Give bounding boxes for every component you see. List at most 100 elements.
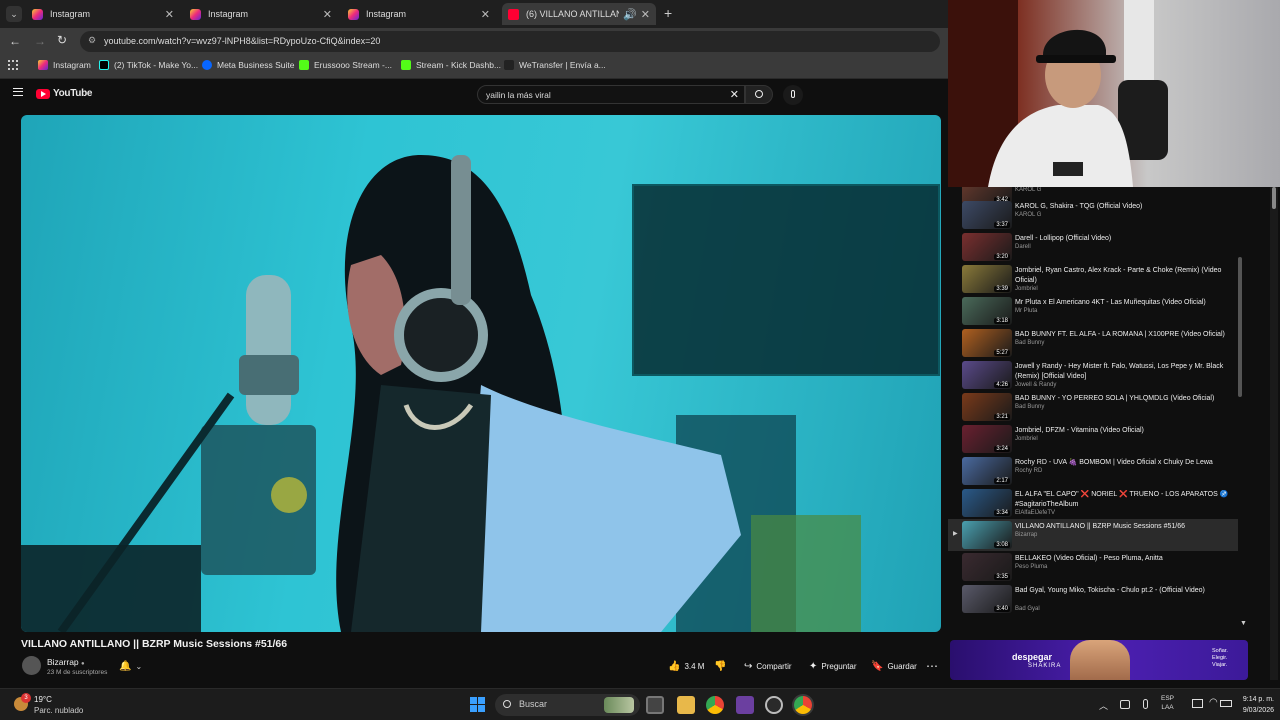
bookmark-instagram[interactable]: Instagram <box>38 60 91 70</box>
tab-instagram-1[interactable]: Instagram ✕ <box>26 3 180 25</box>
dislike-button[interactable]: 👎 <box>714 657 726 675</box>
site-info-icon[interactable]: ⚙ <box>88 35 96 46</box>
save-button[interactable]: 🔖 Guardar <box>871 657 917 675</box>
bookmark-kick-1[interactable]: Erussooo Stream -... <box>299 60 392 70</box>
more-actions-button[interactable]: ⋯ <box>926 657 938 675</box>
playlist-item-title: Mr Pluta x El Americano 4KT - Las Muñequ… <box>1015 299 1206 306</box>
obs-icon[interactable] <box>765 696 783 714</box>
playlist-thumbnail[interactable]: 3:08 <box>962 521 1012 549</box>
forward-arrow-icon[interactable]: → <box>34 34 46 48</box>
chevron-down-icon: ⌄ <box>135 661 143 671</box>
playlist-item-channel: KAROL G <box>1015 212 1042 218</box>
playlist-thumbnail[interactable]: 3:35 <box>962 553 1012 581</box>
speaker-icon[interactable]: 🔊 <box>623 8 637 21</box>
playlist-item[interactable]: 3:34 EL ALFA "EL CAPO" ❌ NORIEL ❌ TRUENO … <box>948 487 1238 519</box>
playlist-item-channel: Bad Bunny <box>1015 340 1045 346</box>
playlist-thumbnail[interactable]: 3:34 <box>962 489 1012 517</box>
network-tray-icon[interactable] <box>1120 700 1130 709</box>
language-indicator[interactable]: ESP LAA <box>1161 694 1174 712</box>
playlist-thumbnail[interactable]: 3:20 <box>962 233 1012 261</box>
playlist-item-title: BELLAKEO (Video Oficial) - Peso Pluma, A… <box>1015 555 1163 562</box>
bookmarks-bar: Instagram (2) TikTok - Make Yo... Meta B… <box>0 55 948 79</box>
task-view-icon[interactable] <box>646 696 664 714</box>
kick-icon <box>299 60 309 70</box>
close-icon[interactable]: ✕ <box>481 8 490 21</box>
tab-instagram-2[interactable]: Instagram ✕ <box>184 3 338 25</box>
bookmark-kick-2[interactable]: Stream - Kick Dashb... <box>401 60 501 70</box>
chrome-active-icon[interactable] <box>794 696 812 714</box>
playlist-thumbnail[interactable]: 3:39 <box>962 265 1012 293</box>
playlist-thumbnail[interactable]: 3:21 <box>962 393 1012 421</box>
channel-avatar[interactable] <box>22 656 41 675</box>
subscriber-count: 23 M de suscriptores <box>47 669 108 676</box>
bookmark-meta[interactable]: Meta Business Suite <box>202 60 294 70</box>
playlist-thumbnail[interactable]: 4:26 <box>962 361 1012 389</box>
close-icon[interactable]: ✕ <box>165 8 174 21</box>
tab-youtube-active[interactable]: (6) VILLANO ANTILLANO || 🔊 ✕ <box>502 3 656 25</box>
playlist-scrollbar[interactable] <box>1238 257 1242 397</box>
notifications-bell-button[interactable]: 🔔 ⌄ <box>119 657 153 675</box>
share-button[interactable]: ↪ Compartir <box>744 657 792 675</box>
file-explorer-icon[interactable] <box>677 696 695 714</box>
playlist-item[interactable]: ▶ 3:08 VILLANO ANTILLANO || BZRP Music Ses… <box>948 519 1238 551</box>
weather-widget[interactable]: 3 19°C Parc. nublado <box>14 693 104 718</box>
clock[interactable]: 9:14 p. m. 9/03/2026 <box>1226 694 1274 716</box>
playlist-item[interactable]: 5:27 BAD BUNNY FT. EL ALFA - LA ROMANA | … <box>948 327 1238 359</box>
playlist-thumbnail[interactable]: 3:37 <box>962 201 1012 229</box>
weather-badge: 3 <box>21 693 31 703</box>
playlist-item-channel: ElAlfaElJefeTV <box>1015 510 1056 516</box>
bookmark-wetransfer[interactable]: WeTransfer | Envía a... <box>504 60 606 70</box>
playlist-item[interactable]: 3:37 KAROL G, Shakira - TQG (Official Vid… <box>948 199 1238 231</box>
tab-instagram-3[interactable]: Instagram ✕ <box>342 3 496 25</box>
playlist-thumbnail[interactable]: 5:27 <box>962 329 1012 357</box>
tab-menu-button[interactable]: ⌄ <box>6 6 22 22</box>
playlist-thumbnail[interactable]: 3:24 <box>962 425 1012 453</box>
chrome-icon[interactable] <box>706 696 724 714</box>
webcam-person-illustration <box>948 0 1168 187</box>
page-scrollbar[interactable] <box>1270 187 1278 680</box>
playlist-item[interactable]: 3:40 Bad Gyal, Young Miko, Tokischa - Chu… <box>948 583 1238 615</box>
playlist-item[interactable]: 2:17 Rochy RD - UVA 🍇 BOMBOM | Video Ofic… <box>948 455 1238 487</box>
microphone-tray-icon[interactable] <box>1143 699 1148 709</box>
channel-name[interactable]: Bizarrap ● <box>47 657 85 667</box>
apps-grid-icon[interactable] <box>8 60 18 70</box>
video-player[interactable] <box>21 115 941 632</box>
close-icon[interactable]: ✕ <box>323 8 332 21</box>
duration-badge: 3:20 <box>994 254 1010 260</box>
search-input[interactable]: yailin la más viral ✕ <box>477 85 745 104</box>
taskbar-search[interactable]: Buscar <box>495 694 640 716</box>
start-button[interactable] <box>470 697 485 712</box>
playlist-item[interactable]: 3:21 BAD BUNNY - YO PERREO SOLA | YHLQMDL… <box>948 391 1238 423</box>
like-button[interactable]: 👍 3.4 M <box>668 657 704 675</box>
playlist-thumbnail[interactable]: 3:40 <box>962 585 1012 613</box>
playlist-item[interactable]: 4:26 Jowell y Randy - Hey Mister ft. Falo… <box>948 359 1238 391</box>
playlist-thumbnail[interactable]: 2:17 <box>962 457 1012 485</box>
close-icon[interactable]: ✕ <box>641 8 650 21</box>
playlist-item[interactable]: 3:35 BELLAKEO (Video Oficial) - Peso Plum… <box>948 551 1238 583</box>
playlist-item[interactable]: 3:18 Mr Pluta x El Americano 4KT - Las Mu… <box>948 295 1238 327</box>
playlist-item-title: Jombriel, Ryan Castro, Alex Krack - Part… <box>1015 267 1222 284</box>
playlist-item[interactable]: 3:20 Darell - Lollipop (Official Video) Da… <box>948 231 1238 263</box>
clear-search-icon[interactable]: ✕ <box>730 88 739 101</box>
ad-banner[interactable]: despegar SHAKIRA Soñar. Elegir. Viajar. <box>950 640 1248 680</box>
voice-search-button[interactable] <box>783 85 803 105</box>
chevron-down-icon[interactable]: ▼ <box>1240 620 1247 627</box>
app-purple-icon[interactable] <box>736 696 754 714</box>
youtube-logo[interactable]: YouTube <box>36 88 93 99</box>
display-tray-icon[interactable] <box>1192 699 1203 708</box>
new-tab-button[interactable]: + <box>664 5 672 21</box>
back-arrow-icon[interactable]: ← <box>9 34 21 48</box>
tiktok-icon <box>99 60 109 70</box>
ask-button[interactable]: ✦ Preguntar <box>809 657 857 675</box>
playlist-item-channel: Bad Bunny <box>1015 404 1045 410</box>
playlist-item[interactable]: 3:39 Jombriel, Ryan Castro, Alex Krack - … <box>948 263 1238 295</box>
tray-chevron-icon[interactable]: ︿ <box>1099 699 1108 712</box>
hamburger-menu-icon[interactable] <box>13 88 23 96</box>
wifi-tray-icon[interactable]: ◠ <box>1209 697 1218 708</box>
reload-icon[interactable]: ↻ <box>57 33 67 47</box>
search-button[interactable] <box>745 85 773 104</box>
bookmark-tiktok[interactable]: (2) TikTok - Make Yo... <box>99 60 198 70</box>
playlist-thumbnail[interactable]: 3:18 <box>962 297 1012 325</box>
playlist-item[interactable]: 3:24 Jombriel, DFZM - Vitamina (Video Ofi… <box>948 423 1238 455</box>
url-field[interactable]: ⚙ youtube.com/watch?v=wvz97-lNPH8&list=R… <box>80 31 940 52</box>
